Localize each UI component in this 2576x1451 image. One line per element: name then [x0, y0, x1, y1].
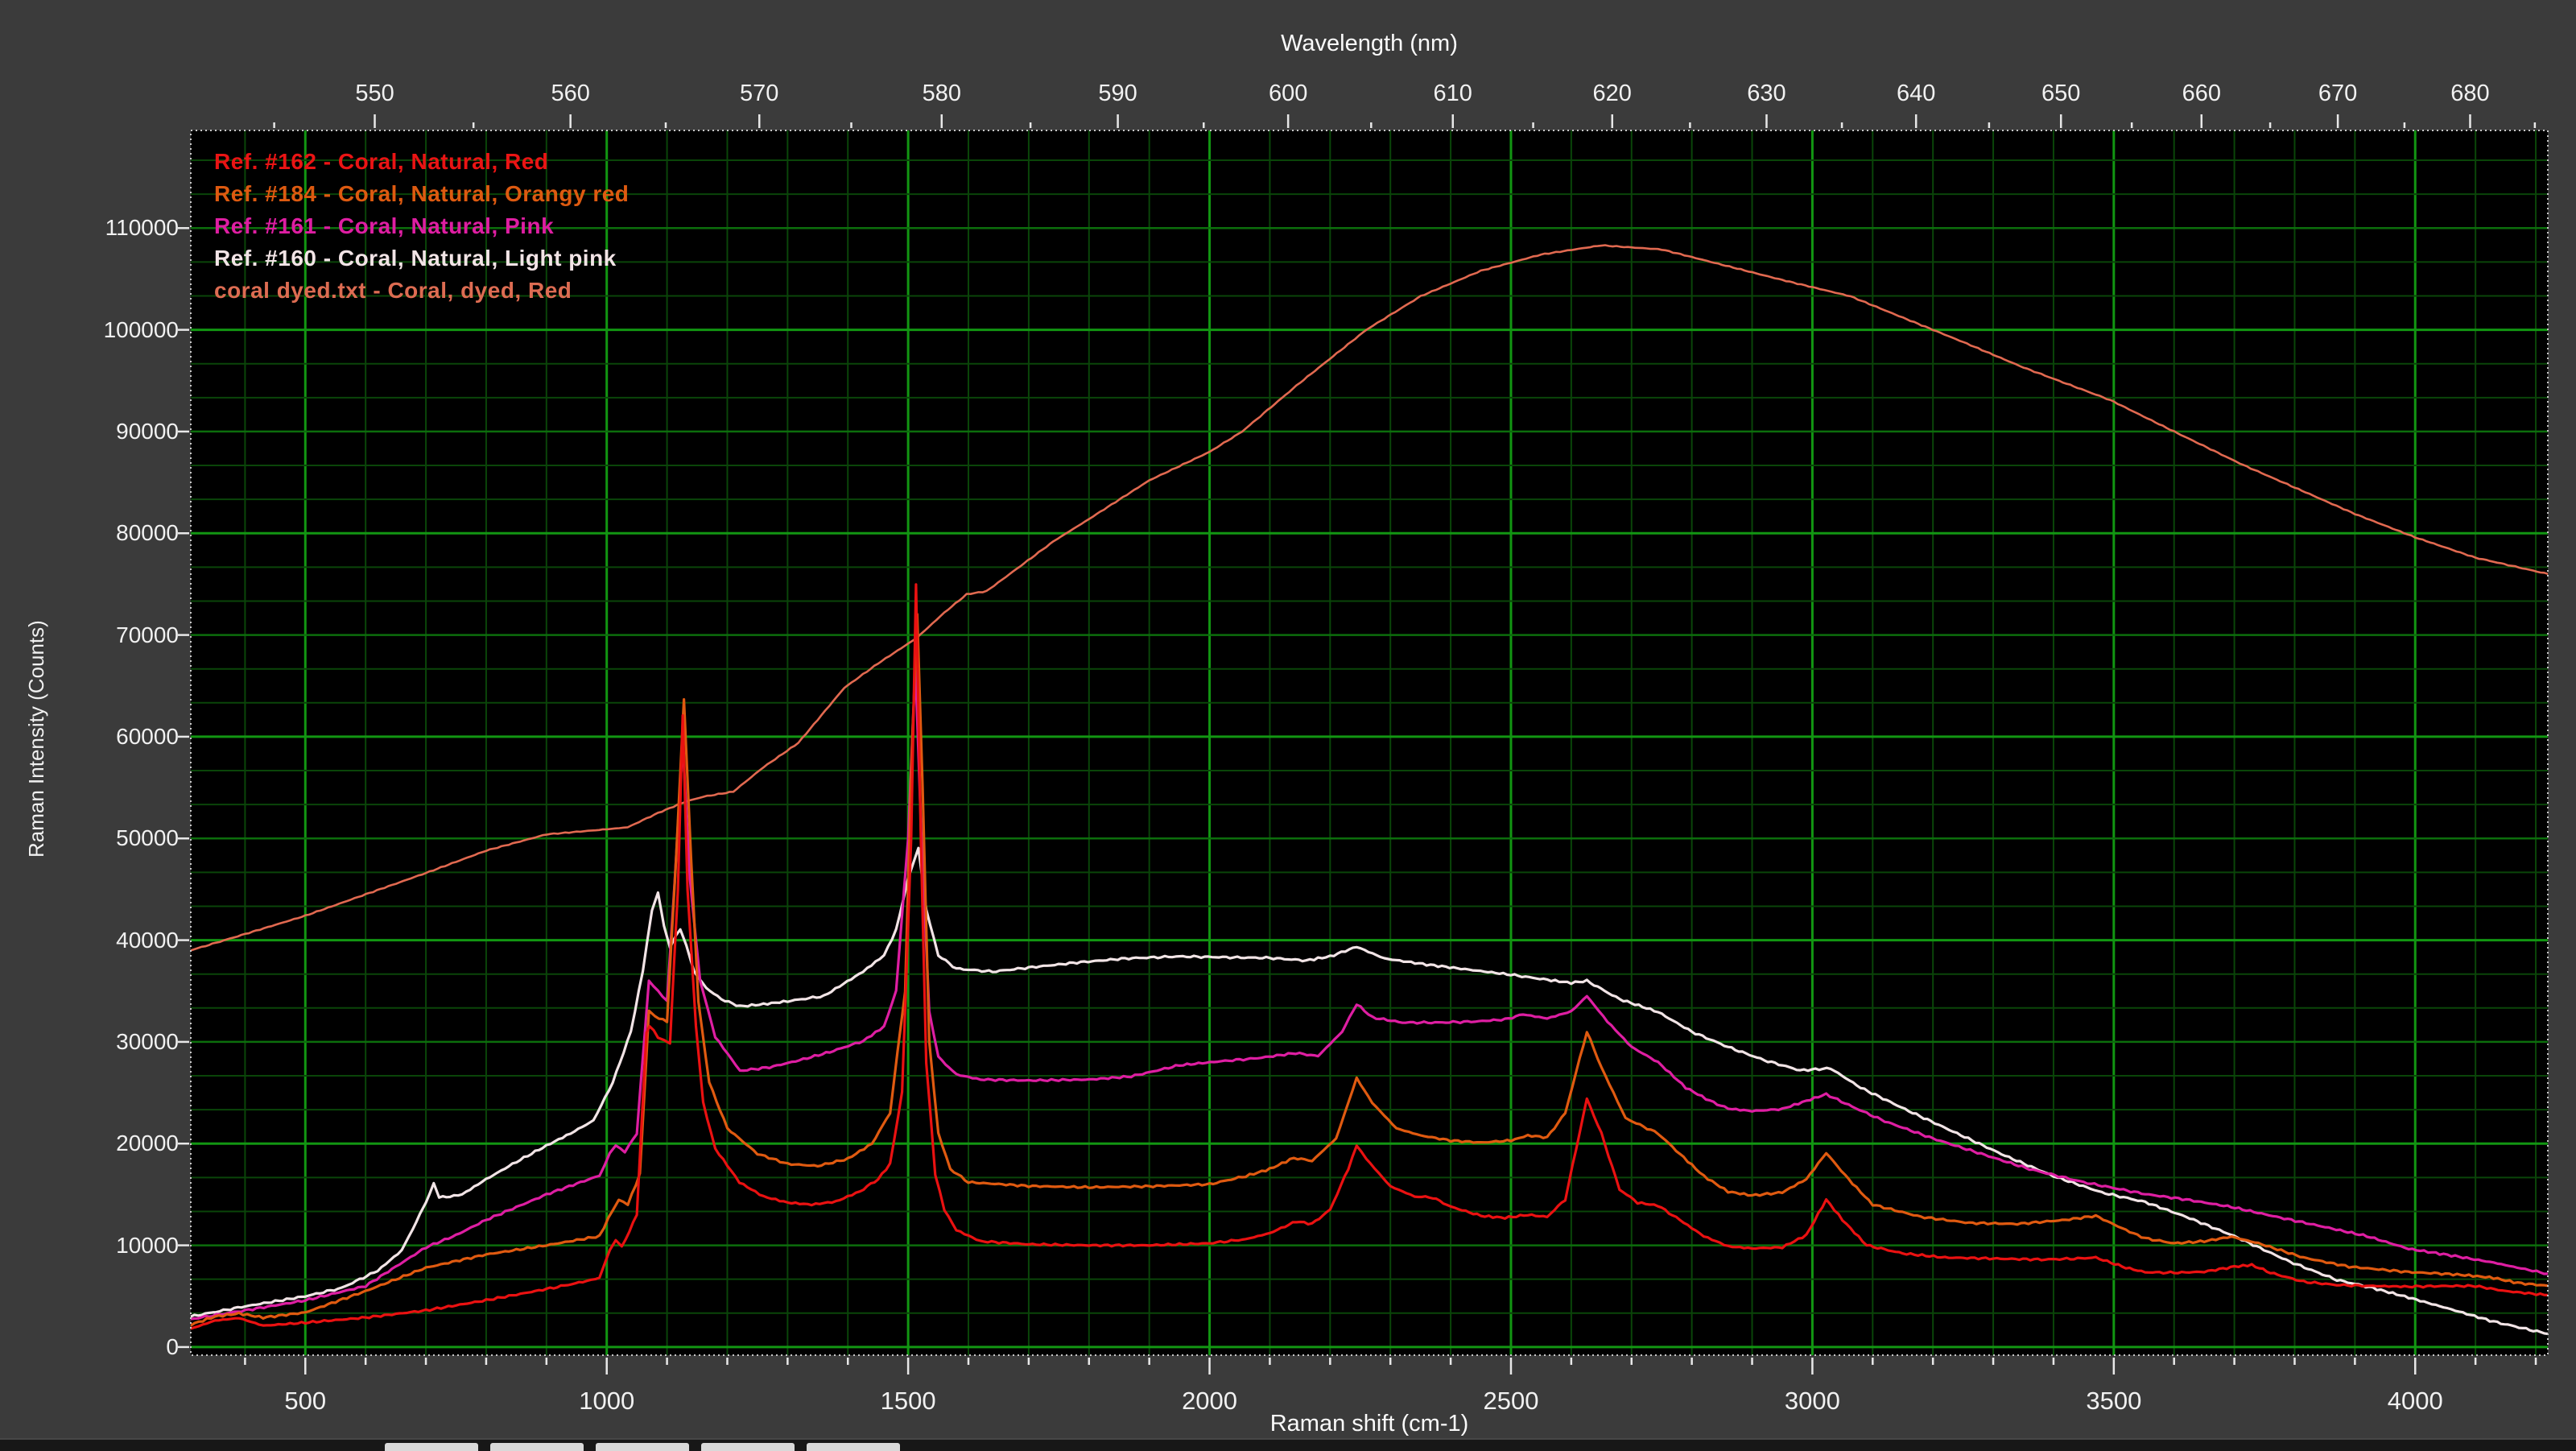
toptick-label: 650 [2004, 81, 2117, 107]
plot-background [191, 130, 2548, 1355]
ytick-label: 10000 [42, 1233, 179, 1259]
legend-item-1: Ref. #184 - Coral, Natural, Orangy red [214, 178, 629, 210]
ytick-label: 40000 [42, 928, 179, 953]
application-window: 5001000150020002500300035004000550560570… [0, 0, 2576, 1449]
taskbar-button-4[interactable] [807, 1443, 900, 1451]
toptick-label: 620 [1556, 81, 1669, 107]
toptick-label: 600 [1232, 81, 1344, 107]
xtick-label: 3000 [1748, 1387, 1876, 1416]
taskbar-button-2[interactable] [596, 1443, 689, 1451]
ytick-label: 110000 [42, 215, 179, 241]
legend: Ref. #162 - Coral, Natural, Red Ref. #18… [214, 146, 629, 307]
toptick-label: 570 [703, 81, 815, 107]
legend-item-3: Ref. #160 - Coral, Natural, Light pink [214, 242, 629, 275]
toptick-label: 550 [319, 81, 431, 107]
legend-item-4: coral dyed.txt - Coral, dyed, Red [214, 275, 629, 307]
legend-item-0: Ref. #162 - Coral, Natural, Red [214, 146, 629, 178]
ytick-label: 80000 [42, 520, 179, 546]
ytick-label: 60000 [42, 724, 179, 750]
toptick-label: 630 [1710, 81, 1823, 107]
xtick-label: 1500 [844, 1387, 972, 1416]
ytick-label: 90000 [42, 419, 179, 444]
ytick-label: 20000 [42, 1131, 179, 1156]
xtick-label: 1000 [543, 1387, 671, 1416]
taskbar-button-3[interactable] [701, 1443, 795, 1451]
legend-item-2: Ref. #161 - Coral, Natural, Pink [214, 210, 629, 242]
toptick-label: 660 [2145, 81, 2258, 107]
xtick-label: 500 [241, 1387, 369, 1416]
top-axis-title: Wavelength (nm) [1208, 31, 1530, 57]
ytick-label: 50000 [42, 825, 179, 851]
toptick-label: 610 [1397, 81, 1509, 107]
toptick-label: 680 [2413, 81, 2526, 107]
ytick-label: 0 [42, 1334, 179, 1360]
taskbar-button-0[interactable] [385, 1443, 478, 1451]
toptick-label: 580 [886, 81, 998, 107]
bottom-axis-title: Raman shift (cm-1) [1168, 1411, 1571, 1437]
ytick-label: 70000 [42, 622, 179, 648]
ytick-label: 100000 [42, 317, 179, 343]
xtick-label: 3500 [2050, 1387, 2178, 1416]
taskbar-button-1[interactable] [490, 1443, 584, 1451]
toptick-label: 640 [1860, 81, 1972, 107]
toptick-label: 670 [2281, 81, 2394, 107]
toptick-label: 560 [514, 81, 627, 107]
xtick-label: 4000 [2351, 1387, 2479, 1416]
left-axis-title: Raman Intensity (Counts) [24, 620, 49, 858]
toptick-label: 590 [1062, 81, 1174, 107]
ytick-label: 30000 [42, 1029, 179, 1055]
